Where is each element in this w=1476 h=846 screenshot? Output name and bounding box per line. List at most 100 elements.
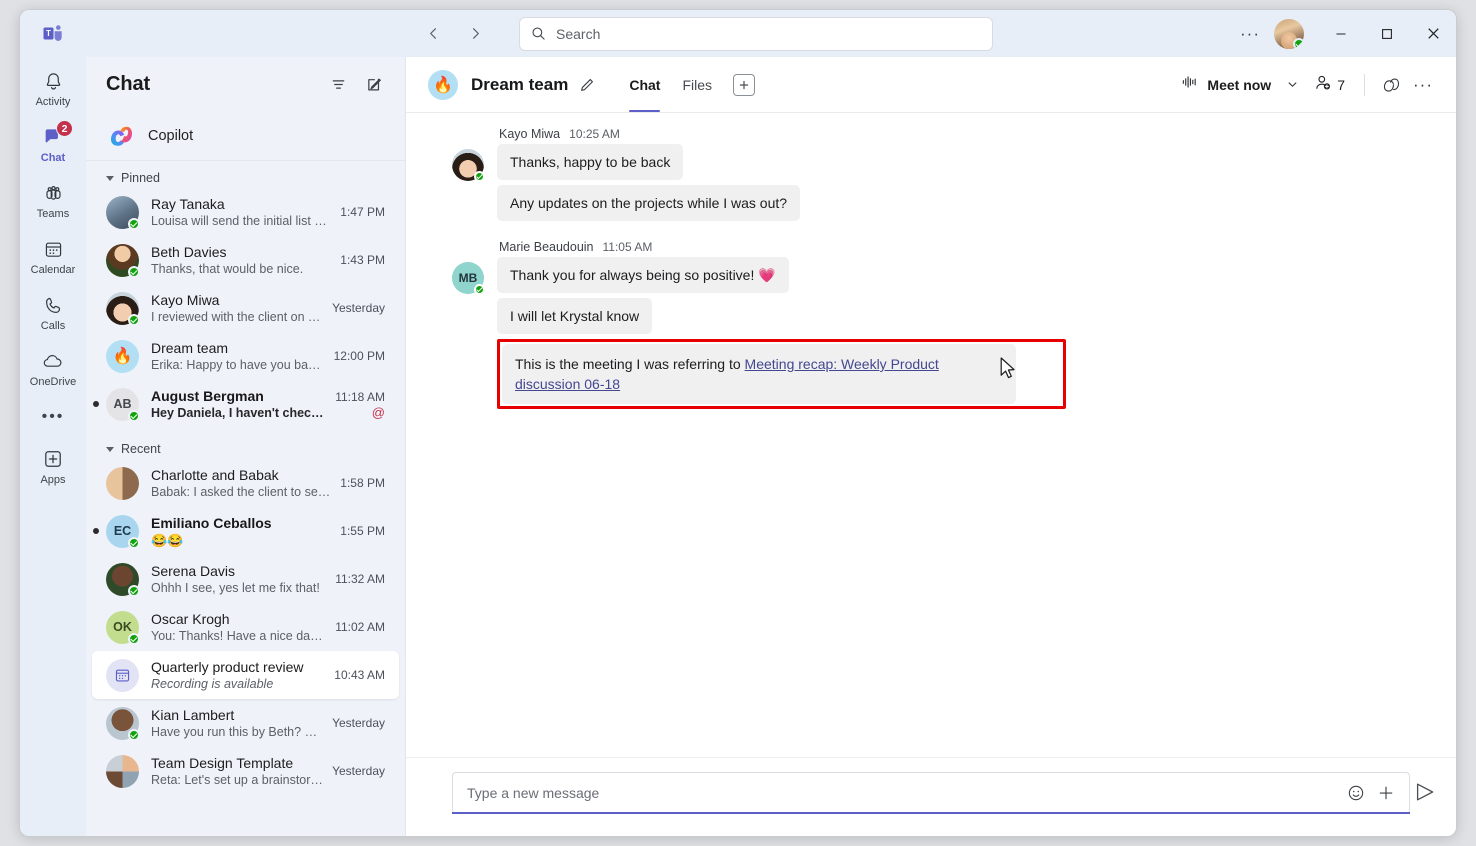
sidebar-item-apps[interactable]: Apps bbox=[24, 441, 82, 491]
list-item[interactable]: Kayo Miwa I reviewed with the client on … bbox=[92, 284, 399, 332]
filter-icon[interactable] bbox=[323, 70, 353, 100]
new-chat-icon[interactable] bbox=[359, 70, 389, 100]
list-item[interactable]: Beth Davies Thanks, that would be nice. … bbox=[92, 236, 399, 284]
chat-list-scroll[interactable]: Copilot Pinned Ray Tanaka Louisa will se… bbox=[86, 112, 405, 836]
list-item[interactable]: Team Design Template Reta: Let's set up … bbox=[92, 747, 399, 795]
chat-name: Ray Tanaka bbox=[151, 195, 225, 212]
list-item[interactable]: Ray Tanaka Louisa will send the initial … bbox=[92, 188, 399, 236]
close-button[interactable] bbox=[1410, 10, 1456, 57]
presence-available-icon bbox=[128, 728, 140, 741]
list-item[interactable]: AB August Bergman Hey Daniela, I haven't… bbox=[92, 380, 399, 428]
send-button[interactable] bbox=[1414, 781, 1436, 808]
flame-icon: 🔥 bbox=[106, 339, 139, 373]
message-input[interactable] bbox=[467, 785, 1341, 801]
chat-time: 11:32 AM bbox=[335, 572, 385, 586]
tab-files[interactable]: Files bbox=[673, 57, 721, 112]
avatar: AB bbox=[106, 387, 140, 422]
chat-time: Yesterday bbox=[332, 764, 385, 778]
search-bar[interactable] bbox=[520, 17, 992, 50]
chat-name: Oscar Krogh bbox=[151, 610, 230, 627]
chat-time: 1:55 PM bbox=[340, 524, 385, 538]
meeting-icon bbox=[106, 658, 139, 692]
composer-area bbox=[406, 757, 1456, 836]
calendar-icon bbox=[43, 236, 64, 262]
emoji-icon[interactable] bbox=[1341, 778, 1371, 808]
sender-name: Marie Beaudouin bbox=[499, 240, 594, 254]
list-item[interactable]: Kian Lambert Have you run this by Beth? … bbox=[92, 699, 399, 747]
list-item[interactable]: EC Emiliano Ceballos 😂😂 1:55 PM bbox=[92, 507, 399, 555]
list-item-selected[interactable]: Quarterly product review Recording is av… bbox=[92, 651, 399, 699]
sidebar-item-label: Chat bbox=[40, 152, 66, 164]
maximize-button[interactable] bbox=[1364, 10, 1410, 57]
chat-name: Team Design Template bbox=[151, 754, 294, 771]
message-time: 11:05 AM bbox=[602, 240, 653, 254]
list-item-copilot[interactable]: Copilot bbox=[86, 112, 405, 161]
back-button[interactable] bbox=[418, 19, 448, 49]
minimize-button[interactable] bbox=[1318, 10, 1364, 57]
message-text: This is the meeting I was referring to bbox=[515, 356, 745, 372]
message-time: 10:25 AM bbox=[569, 127, 620, 141]
search-input[interactable] bbox=[556, 25, 981, 42]
more-apps-button[interactable]: ••• bbox=[42, 399, 65, 429]
search-icon bbox=[531, 26, 546, 41]
presence-available-icon bbox=[128, 217, 140, 230]
highlight-annotation: This is the meeting I was referring to M… bbox=[497, 339, 1066, 409]
unread-indicator bbox=[93, 401, 99, 407]
message-list[interactable]: Kayo Miwa 10:25 AM Thanks, happy to be b… bbox=[406, 113, 1456, 757]
copilot-outline-icon[interactable] bbox=[1376, 70, 1406, 100]
list-item[interactable]: OK Oscar Krogh You: Thanks! Have a nice … bbox=[92, 603, 399, 651]
list-item[interactable]: Charlotte and Babak Babak: I asked the c… bbox=[92, 459, 399, 507]
presence-available-icon bbox=[128, 632, 140, 645]
chat-name: Kayo Miwa bbox=[151, 291, 220, 308]
chat-preview: Reta: Let's set up a brainstormi… bbox=[151, 772, 325, 787]
conversation-header-actions: Meet now 7 ··· bbox=[1174, 69, 1438, 101]
forward-button[interactable] bbox=[460, 19, 490, 49]
pencil-icon[interactable] bbox=[574, 72, 600, 98]
settings-and-more-button[interactable]: ··· bbox=[1234, 19, 1266, 49]
left-nav-rail: Activity 2 Chat Teams Calendar Calls One… bbox=[20, 57, 86, 836]
chat-preview: I reviewed with the client on Th… bbox=[151, 309, 325, 324]
meet-now-button[interactable]: Meet now bbox=[1174, 69, 1278, 100]
group-label: Recent bbox=[121, 442, 161, 456]
chevron-down-icon bbox=[106, 175, 114, 181]
bell-icon bbox=[43, 68, 64, 94]
group-header-pinned[interactable]: Pinned bbox=[86, 165, 405, 188]
tab-chat[interactable]: Chat bbox=[620, 57, 669, 112]
presence-available-icon bbox=[128, 584, 140, 597]
svg-text:T: T bbox=[46, 29, 51, 38]
sidebar-item-teams[interactable]: Teams bbox=[24, 175, 82, 225]
group-header-recent[interactable]: Recent bbox=[86, 436, 405, 459]
avatar[interactable] bbox=[1274, 18, 1304, 49]
attach-plus-icon[interactable] bbox=[1371, 778, 1401, 808]
message-meta: Marie Beaudouin 11:05 AM bbox=[497, 240, 1410, 254]
meet-now-icon bbox=[1181, 74, 1198, 95]
chat-time: 1:47 PM bbox=[340, 205, 385, 219]
message-meta: Kayo Miwa 10:25 AM bbox=[497, 127, 1410, 141]
message-composer[interactable] bbox=[452, 772, 1410, 814]
chevron-down-icon[interactable] bbox=[1280, 71, 1304, 99]
sidebar-item-calendar[interactable]: Calendar bbox=[24, 231, 82, 281]
presence-available-icon bbox=[128, 409, 140, 422]
presence-available-icon bbox=[1293, 37, 1304, 49]
mention-icon: @ bbox=[371, 404, 385, 420]
chat-time: 1:43 PM bbox=[340, 253, 385, 267]
sidebar-item-onedrive[interactable]: OneDrive bbox=[24, 343, 82, 393]
participants-button[interactable]: 7 bbox=[1306, 69, 1353, 101]
message-bubble: I will let Krystal know bbox=[497, 298, 653, 334]
list-item[interactable]: 🔥 Dream team Erika: Happy to have you ba… bbox=[92, 332, 399, 380]
title-bar: T Search ··· bbox=[20, 10, 1456, 57]
sidebar-item-activity[interactable]: Activity bbox=[24, 63, 82, 113]
add-person-icon bbox=[1314, 74, 1333, 96]
chat-preview: Erika: Happy to have you back,… bbox=[151, 357, 326, 372]
add-tab-icon[interactable] bbox=[733, 73, 756, 96]
chat-name: Serena Davis bbox=[151, 562, 236, 579]
chevron-down-icon bbox=[106, 446, 114, 452]
sidebar-item-calls[interactable]: Calls bbox=[24, 287, 82, 337]
message-bubble: Thank you for always being so positive! … bbox=[497, 257, 789, 293]
sidebar-item-label: Activity bbox=[35, 96, 71, 108]
sender-name: Kayo Miwa bbox=[499, 127, 561, 141]
sidebar-item-chat[interactable]: 2 Chat bbox=[24, 119, 82, 169]
more-options-icon[interactable]: ··· bbox=[1408, 70, 1438, 100]
list-item[interactable]: Serena Davis Ohhh I see, yes let me fix … bbox=[92, 555, 399, 603]
window-controls-area: ··· bbox=[1234, 10, 1456, 57]
